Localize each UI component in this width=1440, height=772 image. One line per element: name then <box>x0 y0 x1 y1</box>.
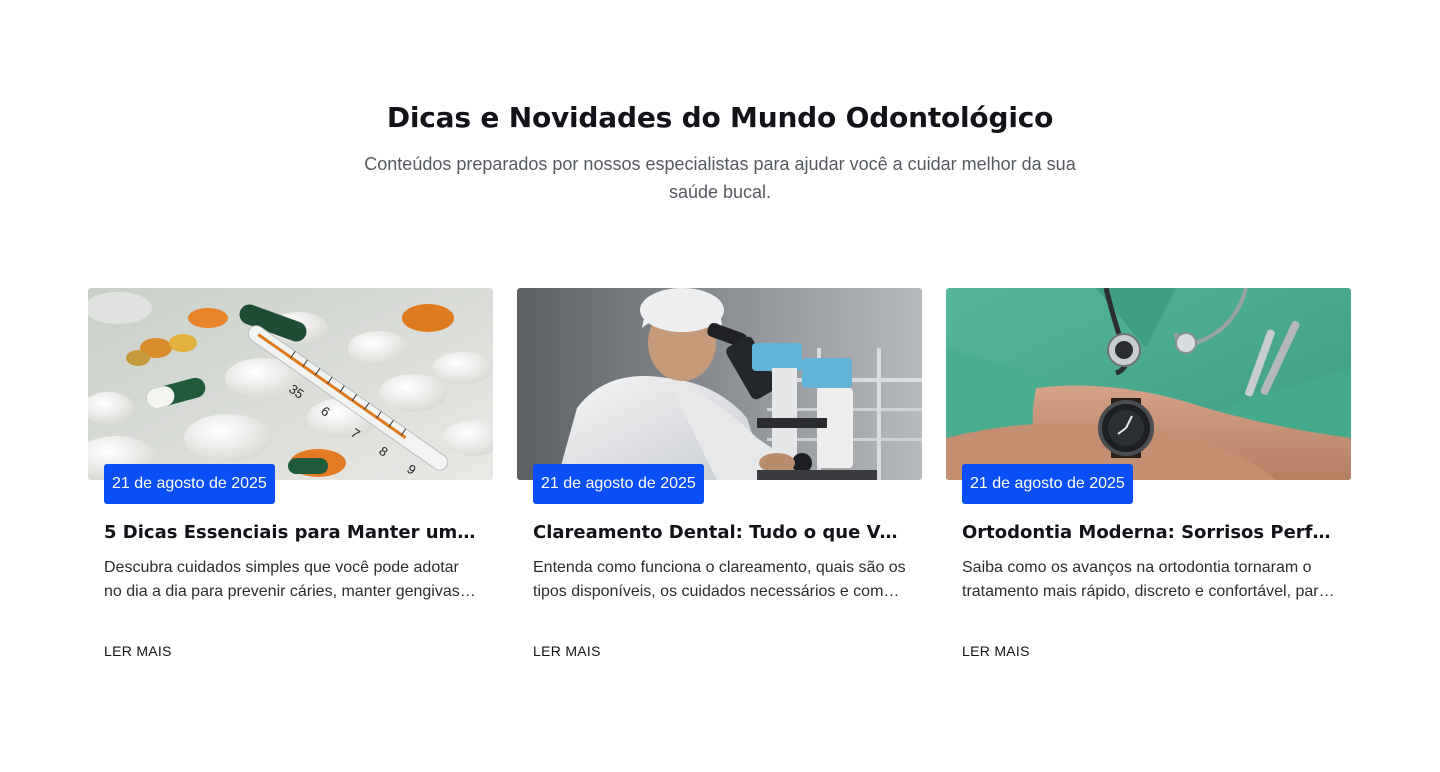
blog-card: 35 6 7 8 9 21 de agosto de 2025 5 Dicas … <box>88 288 493 661</box>
post-image-pills[interactable]: 35 6 7 8 9 <box>88 288 493 480</box>
post-title[interactable]: Clareamento Dental: Tudo o que Você Prec… <box>533 520 906 546</box>
post-date-badge: 21 de agosto de 2025 <box>533 464 704 504</box>
blog-cards-grid: 35 6 7 8 9 21 de agosto de 2025 5 Dicas … <box>88 288 1352 661</box>
blog-card: 21 de agosto de 2025 Ortodontia Moderna:… <box>946 288 1351 661</box>
read-more-link[interactable]: LER MAIS <box>104 641 172 661</box>
post-excerpt: Saiba como os avanços na ortodontia torn… <box>962 559 1328 600</box>
post-date-badge: 21 de agosto de 2025 <box>104 464 275 504</box>
section-title: Dicas e Novidades do Mundo Odontológico <box>386 101 1054 134</box>
post-date-badge: 21 de agosto de 2025 <box>962 464 1133 504</box>
post-excerpt: Entenda como funciona o clareamento, qua… <box>533 559 906 600</box>
card-body: 5 Dicas Essenciais para Manter um Sorris… <box>88 480 493 661</box>
doctor-stethoscope-image <box>946 288 1351 480</box>
post-image-doctor[interactable] <box>946 288 1351 480</box>
card-body: Clareamento Dental: Tudo o que Você Prec… <box>517 480 922 661</box>
post-title[interactable]: 5 Dicas Essenciais para Manter um Sorris… <box>104 520 477 546</box>
blog-section-header: Dicas e Novidades do Mundo Odontológico … <box>0 100 1440 206</box>
section-subtitle: Conteúdos preparados por nossos especial… <box>364 154 1076 202</box>
read-more-link[interactable]: LER MAIS <box>962 641 1030 661</box>
post-title[interactable]: Ortodontia Moderna: Sorrisos Perfeitos c… <box>962 520 1335 546</box>
scientist-microscope-image <box>517 288 922 480</box>
post-image-microscope[interactable] <box>517 288 922 480</box>
post-excerpt: Descubra cuidados simples que você pode … <box>104 559 460 600</box>
read-more-link[interactable]: LER MAIS <box>533 641 601 661</box>
pills-thermometer-image: 35 6 7 8 9 <box>88 288 493 480</box>
card-body: Ortodontia Moderna: Sorrisos Perfeitos c… <box>946 480 1351 661</box>
blog-card: 21 de agosto de 2025 Clareamento Dental:… <box>517 288 922 661</box>
